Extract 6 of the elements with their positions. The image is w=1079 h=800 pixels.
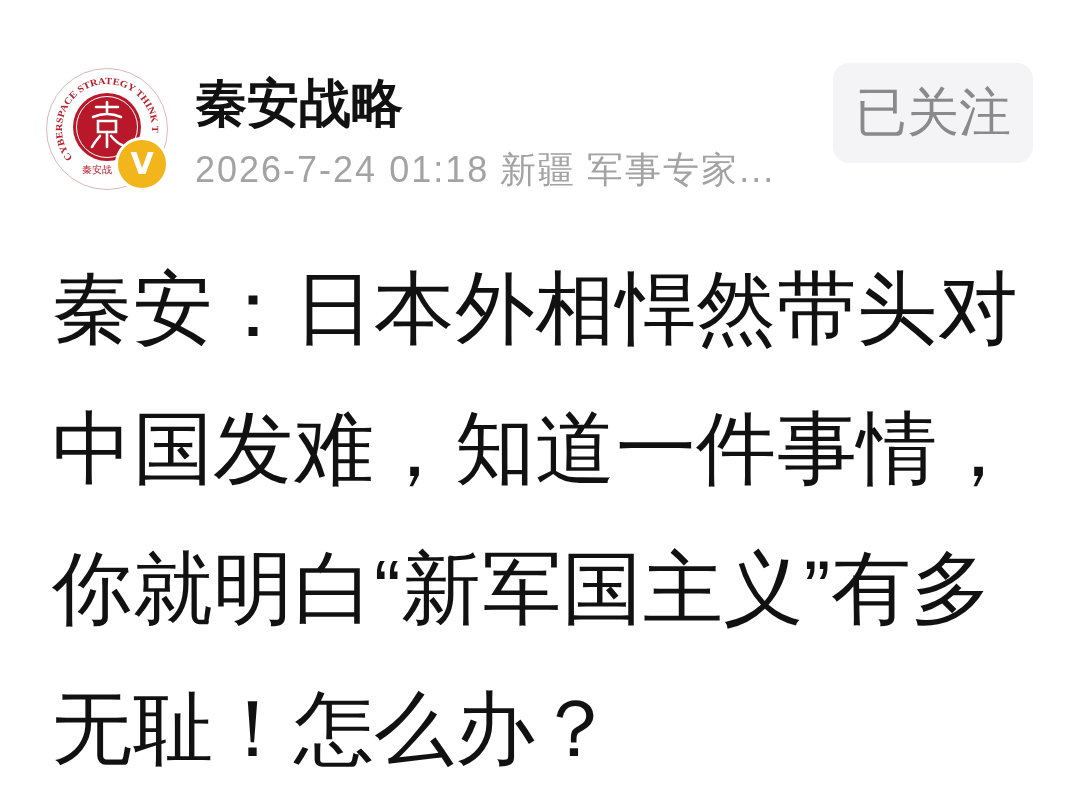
article-title: 秦安：日本外相悍然带头对中国发难，知道一件事情，你就明白“新军国主义”有多无耻！怎么办？ (52, 263, 1019, 775)
author-name[interactable]: 秦安战略 (195, 73, 403, 133)
post-location: 新疆 (500, 148, 577, 192)
author-description: 军事专家... (587, 148, 776, 192)
post-time: 2026-7-24 01:18 (195, 148, 490, 192)
logo-caption: 秦安战 (82, 164, 112, 175)
